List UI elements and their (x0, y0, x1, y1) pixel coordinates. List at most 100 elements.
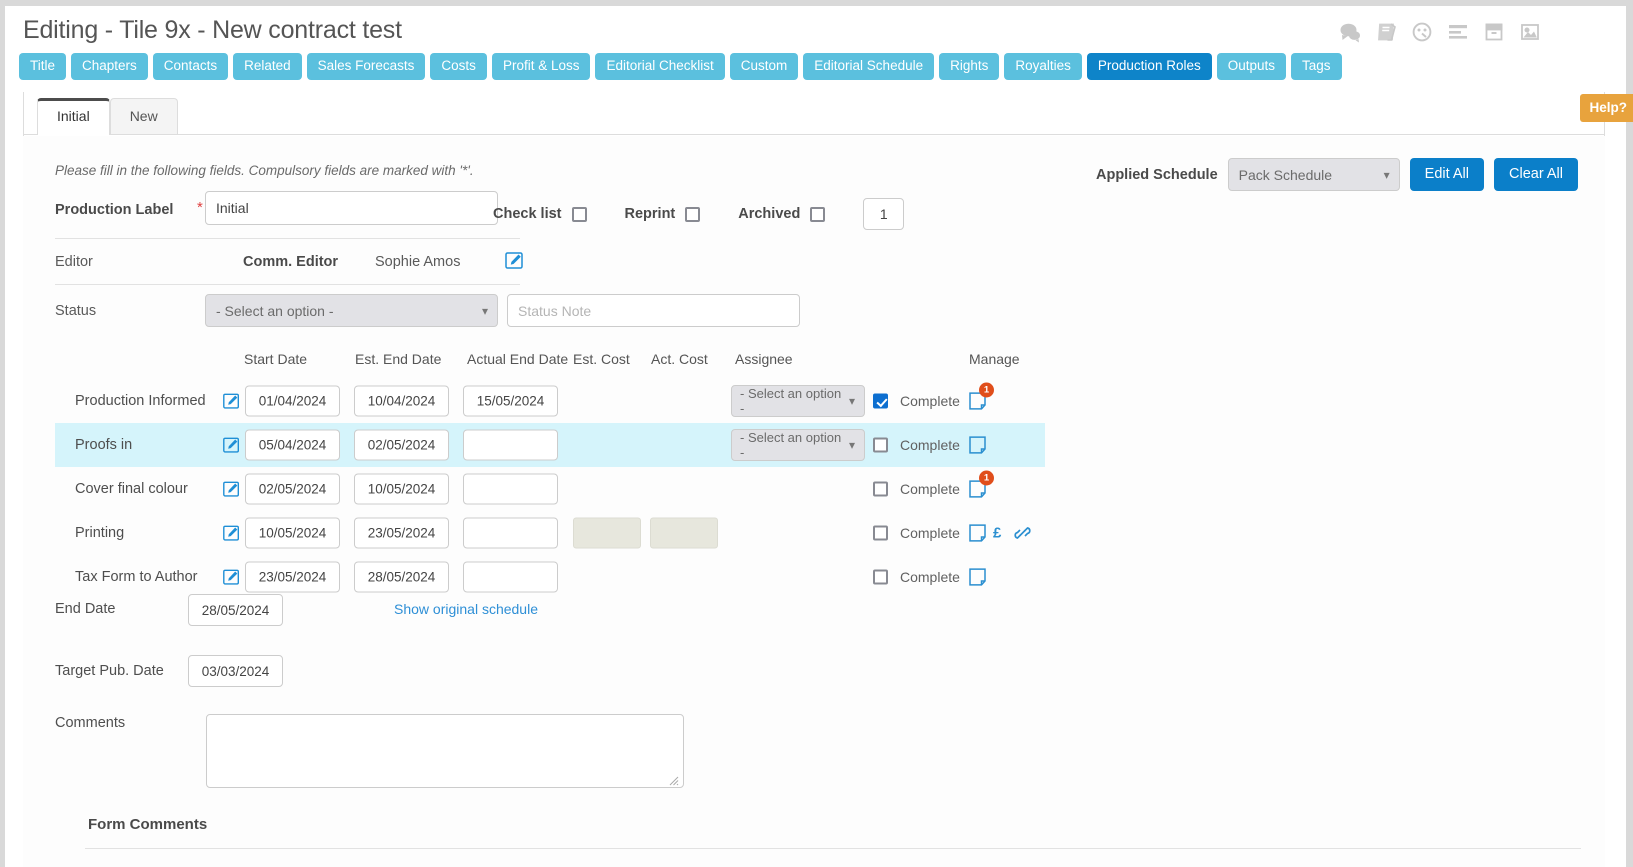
tab-chapters[interactable]: Chapters (71, 53, 148, 80)
production-label-input[interactable] (205, 191, 498, 225)
assignee-value: - Select an option - (740, 386, 846, 416)
editor-label: Editor (55, 254, 93, 270)
counter-input[interactable] (863, 198, 904, 230)
actual-end-date-input[interactable] (463, 562, 558, 593)
note-icon[interactable]: 1 (969, 480, 986, 499)
reprint-checkbox[interactable] (685, 207, 700, 222)
applied-schedule-select[interactable]: Pack Schedule ▾ (1228, 158, 1400, 191)
required-marker: * (197, 199, 203, 216)
applied-schedule-value: Pack Schedule (1239, 167, 1332, 183)
tab-sales-forecasts[interactable]: Sales Forecasts (307, 53, 426, 80)
complete-checkbox[interactable] (873, 394, 888, 409)
start-date-input[interactable] (245, 518, 340, 549)
chevron-down-icon: ▾ (849, 394, 855, 408)
actual-end-date-input[interactable] (463, 518, 558, 549)
assignee-select[interactable]: - Select an option - ▾ (731, 385, 865, 417)
est-cost-box[interactable] (573, 518, 641, 549)
list-icon[interactable] (1447, 21, 1469, 43)
badge-count: 1 (979, 471, 994, 486)
complete-checkbox[interactable] (873, 482, 888, 497)
start-date-input[interactable] (245, 386, 340, 417)
comments-textarea[interactable] (206, 714, 684, 788)
clear-all-button[interactable]: Clear All (1494, 158, 1578, 191)
edit-row-icon[interactable] (223, 525, 240, 542)
tab-editorial-checklist[interactable]: Editorial Checklist (595, 53, 724, 80)
form-body: Please fill in the following fields. Com… (23, 136, 1605, 867)
task-name: Printing (75, 525, 124, 541)
task-name: Proofs in (75, 437, 132, 453)
table-row: Printing Complete (55, 511, 1045, 555)
col-start-date: Start Date (244, 351, 307, 367)
end-date-input[interactable] (188, 594, 283, 626)
archived-checkbox[interactable] (810, 207, 825, 222)
edit-row-icon[interactable] (223, 481, 240, 498)
pound-currency-icon[interactable]: £ (993, 525, 1001, 542)
tab-outputs[interactable]: Outputs (1217, 53, 1286, 80)
actual-end-date-input[interactable] (463, 386, 558, 417)
image-icon[interactable] (1519, 21, 1541, 43)
target-pub-date-input[interactable] (188, 655, 283, 687)
note-icon[interactable]: 1 (969, 392, 986, 411)
col-est-end-date: Est. End Date (355, 351, 441, 367)
note-icon[interactable] (969, 568, 986, 587)
tab-costs[interactable]: Costs (430, 53, 487, 80)
window-chrome-right (1626, 0, 1633, 867)
est-end-date-input[interactable] (354, 386, 449, 417)
comments-icon[interactable] (1339, 21, 1361, 43)
tab-title[interactable]: Title (19, 53, 66, 80)
subtab-new[interactable]: New (110, 98, 178, 134)
edit-all-button[interactable]: Edit All (1410, 158, 1484, 191)
applied-schedule-group: Applied Schedule Pack Schedule ▾ Edit Al… (1096, 158, 1578, 191)
edit-row-icon[interactable] (223, 569, 240, 586)
start-date-input[interactable] (245, 562, 340, 593)
status-select[interactable]: - Select an option - ▾ (205, 294, 498, 327)
production-label-caption: Production Label (55, 202, 173, 218)
tab-rights[interactable]: Rights (939, 53, 999, 80)
table-row: Cover final colour Complete (55, 467, 1045, 511)
complete-checkbox[interactable] (873, 526, 888, 541)
edit-editor-icon[interactable] (505, 251, 524, 270)
start-date-input[interactable] (245, 430, 340, 461)
complete-checkbox[interactable] (873, 438, 888, 453)
note-icon[interactable] (969, 436, 986, 455)
tab-profit-and-loss[interactable]: Profit & Loss (492, 53, 591, 80)
tab-production-roles[interactable]: Production Roles (1087, 53, 1212, 80)
est-end-date-input[interactable] (354, 518, 449, 549)
archive-icon[interactable] (1483, 21, 1505, 43)
link-icon[interactable] (1013, 524, 1032, 543)
est-end-date-input[interactable] (354, 562, 449, 593)
subtab-strip (23, 92, 1605, 135)
subtab-initial[interactable]: Initial (37, 98, 110, 134)
edit-row-icon[interactable] (223, 437, 240, 454)
complete-label: Complete (900, 569, 960, 585)
start-date-input[interactable] (245, 474, 340, 505)
tab-tags[interactable]: Tags (1291, 53, 1342, 80)
assignee-select[interactable]: - Select an option - ▾ (731, 429, 865, 461)
help-button[interactable]: Help? (1580, 94, 1633, 122)
dashboard-icon[interactable] (1411, 21, 1433, 43)
book-icon[interactable] (1375, 21, 1397, 43)
edit-row-icon[interactable] (223, 393, 240, 410)
col-est-cost: Est. Cost (573, 351, 630, 367)
col-actual-end-date: Actual End Date (467, 351, 568, 367)
form-comments-heading: Form Comments (88, 816, 207, 833)
tab-royalties[interactable]: Royalties (1004, 53, 1082, 80)
reprint-label: Reprint (625, 206, 676, 222)
status-note-input[interactable] (507, 294, 800, 327)
check-list-checkbox[interactable] (572, 207, 587, 222)
note-icon[interactable] (969, 524, 986, 543)
comm-editor-value: Sophie Amos (375, 254, 460, 270)
complete-label: Complete (900, 481, 960, 497)
tab-custom[interactable]: Custom (730, 53, 799, 80)
tab-editorial-schedule[interactable]: Editorial Schedule (803, 53, 934, 80)
main-tab-bar: Title Chapters Contacts Related Sales Fo… (19, 53, 1342, 80)
complete-checkbox[interactable] (873, 570, 888, 585)
act-cost-box[interactable] (650, 518, 718, 549)
actual-end-date-input[interactable] (463, 430, 558, 461)
est-end-date-input[interactable] (354, 430, 449, 461)
actual-end-date-input[interactable] (463, 474, 558, 505)
show-original-schedule-link[interactable]: Show original schedule (394, 601, 538, 617)
est-end-date-input[interactable] (354, 474, 449, 505)
tab-related[interactable]: Related (233, 53, 302, 80)
tab-contacts[interactable]: Contacts (153, 53, 228, 80)
